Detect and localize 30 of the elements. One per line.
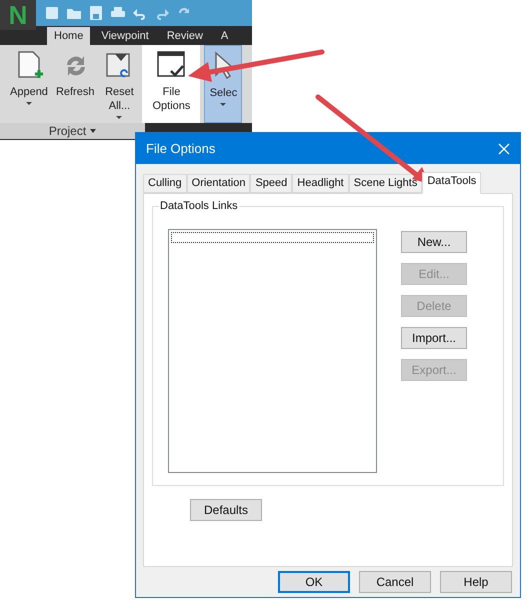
tab[interactable]: Culling — [143, 174, 187, 193]
ribbon-button[interactable]: Refresh — [54, 45, 96, 123]
ribbon-tab[interactable]: Review — [160, 27, 210, 45]
ribbon-button[interactable]: Selec — [204, 45, 242, 123]
tab[interactable]: Headlight — [292, 174, 349, 193]
ribbon-button[interactable]: File Options — [142, 45, 200, 123]
caret-icon[interactable] — [90, 129, 96, 133]
side-button[interactable]: New... — [401, 231, 467, 253]
ribbon-tab[interactable]: Viewpoint — [94, 27, 156, 45]
dialog-button[interactable]: Help — [440, 571, 512, 593]
ribbon-tab[interactable]: Home — [47, 27, 90, 45]
ribbon-button[interactable]: Append — [8, 45, 50, 123]
defaults-button[interactable]: Defaults — [190, 499, 262, 521]
dialog-button[interactable]: OK — [278, 571, 350, 593]
tab[interactable]: Scene Lights — [348, 174, 422, 193]
side-button[interactable]: Import... — [401, 327, 467, 349]
new-file-icon[interactable] — [44, 5, 60, 21]
list-box[interactable] — [168, 229, 377, 473]
tab[interactable]: DataTools — [422, 172, 482, 194]
tab[interactable]: Orientation — [186, 174, 250, 193]
app-logo[interactable]: N — [0, 0, 36, 30]
focus-row[interactable] — [171, 232, 374, 243]
save-icon[interactable] — [88, 5, 104, 21]
dialog-button[interactable]: Cancel — [359, 571, 431, 593]
ribbon-tab[interactable]: A — [214, 27, 236, 45]
window-title: File Options — [146, 140, 216, 158]
ribbon-button[interactable]: Reset All... — [100, 45, 138, 123]
tab[interactable]: Speed — [250, 174, 292, 193]
close-icon[interactable] — [498, 142, 510, 154]
group-label: Project — [48, 123, 86, 140]
